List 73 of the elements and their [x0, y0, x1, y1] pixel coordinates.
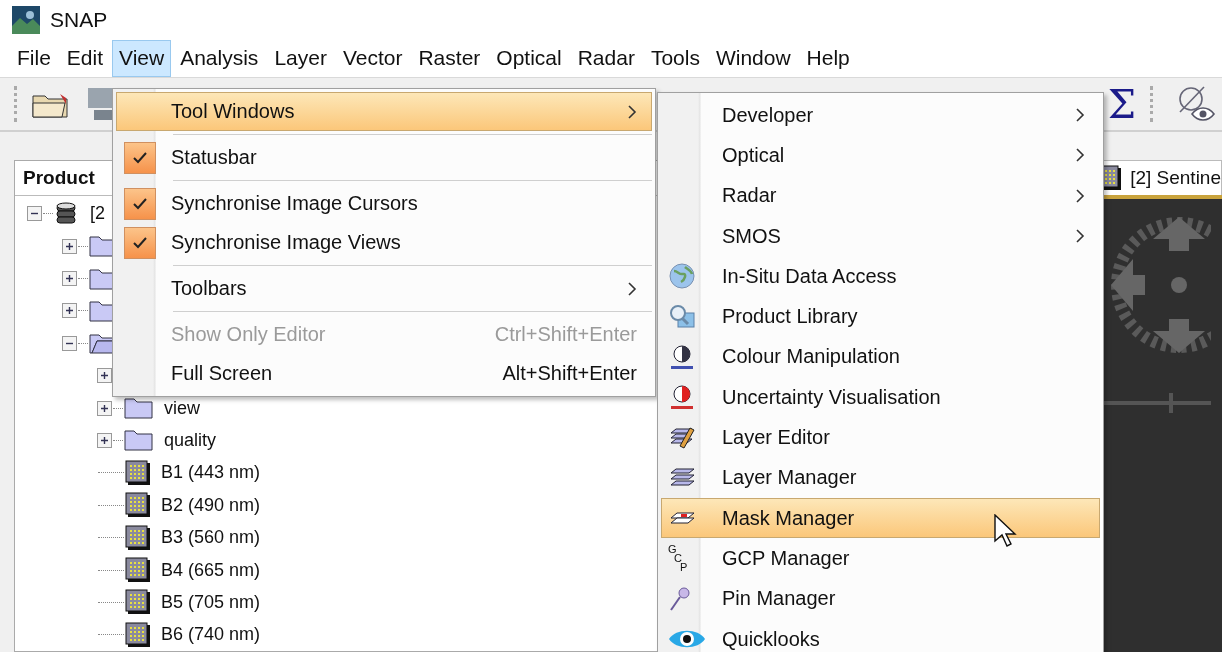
menu-entry[interactable]: Uncertainty Visualisation [661, 377, 1100, 418]
window-title: SNAP [50, 7, 108, 32]
collapse-icon[interactable] [62, 335, 77, 351]
menu-entry[interactable]: Layer Editor [661, 417, 1100, 458]
sum-button[interactable]: Σ [1103, 81, 1140, 126]
menu-entry[interactable]: Pin Manager [661, 578, 1100, 619]
expand-icon[interactable] [97, 368, 112, 384]
expand-icon[interactable] [97, 400, 112, 416]
menu-entry[interactable]: GCP GCP Manager [661, 538, 1100, 579]
band-name[interactable]: B5 (705 nm) [161, 591, 261, 613]
expand-icon[interactable] [62, 271, 77, 286]
menu-entry[interactable]: Synchronise Image Views [116, 223, 652, 262]
menu-entry[interactable]: In-Situ Data Access [661, 256, 1100, 297]
menu-entry[interactable]: Tool Windows [116, 92, 652, 131]
contrast-icon [668, 383, 696, 412]
check-icon [132, 235, 148, 250]
magnifier-icon [668, 302, 696, 331]
globe-icon [668, 262, 696, 291]
menu-entry[interactable]: Colour Manipulation [661, 336, 1100, 378]
menu-entry[interactable]: Layer Manager [661, 457, 1100, 498]
panel-title: Product [23, 166, 95, 189]
band-name[interactable]: B4 (665 nm) [161, 559, 261, 581]
band-icon [125, 589, 151, 616]
pin-icon [668, 585, 692, 612]
menu-item[interactable]: Optical [489, 39, 569, 77]
menu-item[interactable]: View [112, 39, 172, 77]
band-name[interactable]: B2 (490 nm) [161, 494, 261, 516]
product-name[interactable]: [2 [90, 203, 105, 225]
menu-entry[interactable]: Mask Manager [661, 497, 1100, 539]
mouse-cursor-icon [994, 514, 1018, 548]
menu-item[interactable]: Help [799, 39, 857, 77]
menu-item[interactable]: Analysis [173, 39, 266, 77]
band-name[interactable]: B6 (740 nm) [161, 624, 261, 646]
collapse-icon[interactable] [27, 206, 42, 222]
menu-entry[interactable]: Product Library [661, 296, 1100, 337]
menu-entry[interactable]: Toolbars [116, 269, 652, 308]
shortcut: Alt+Shift+Enter [502, 362, 637, 385]
menu-item[interactable]: Tools [643, 39, 707, 77]
checkbox[interactable] [124, 226, 156, 259]
band-name[interactable]: B1 (443 nm) [161, 462, 261, 484]
band-icon [125, 524, 151, 551]
folder-icon [124, 428, 154, 453]
folder-name[interactable]: quality [164, 429, 217, 451]
menu-item[interactable]: Window [708, 39, 798, 77]
check-icon [132, 150, 148, 165]
menu-entry[interactable]: Full Screen Alt+Shift+Enter [116, 354, 652, 393]
checkbox[interactable] [124, 141, 156, 174]
gcp-icon: GCP [668, 544, 688, 572]
menu-item[interactable]: Layer [267, 39, 334, 77]
band-icon [125, 459, 151, 486]
checkbox[interactable] [124, 187, 156, 220]
menu-entry[interactable]: Statusbar [116, 138, 652, 177]
menu-entry[interactable]: SMOS [661, 215, 1100, 257]
folder-name[interactable]: view [164, 397, 200, 419]
check-icon [132, 196, 148, 211]
menu-item[interactable]: Raster [411, 39, 488, 77]
band-icon [125, 621, 151, 648]
expand-icon[interactable] [62, 303, 77, 319]
menu-item[interactable]: Vector [335, 39, 410, 77]
menu-item[interactable]: File [10, 39, 58, 77]
expand-icon[interactable] [62, 238, 77, 254]
band-name[interactable]: B3 (560 nm) [161, 527, 261, 549]
menu-entry[interactable]: Developer [661, 95, 1100, 136]
band-icon [125, 492, 151, 519]
menu-item[interactable]: Edit [59, 39, 111, 77]
menu-item[interactable]: Radar [570, 39, 642, 77]
menu-entry[interactable]: Quicklooks [661, 618, 1100, 652]
expand-icon[interactable] [97, 432, 112, 448]
band-icon [125, 557, 151, 583]
contrast-icon [668, 342, 696, 371]
app-logo [12, 5, 40, 34]
menu-entry[interactable]: Synchronise Image Cursors [116, 184, 652, 223]
shortcut: Ctrl+Shift+Enter [494, 323, 637, 346]
